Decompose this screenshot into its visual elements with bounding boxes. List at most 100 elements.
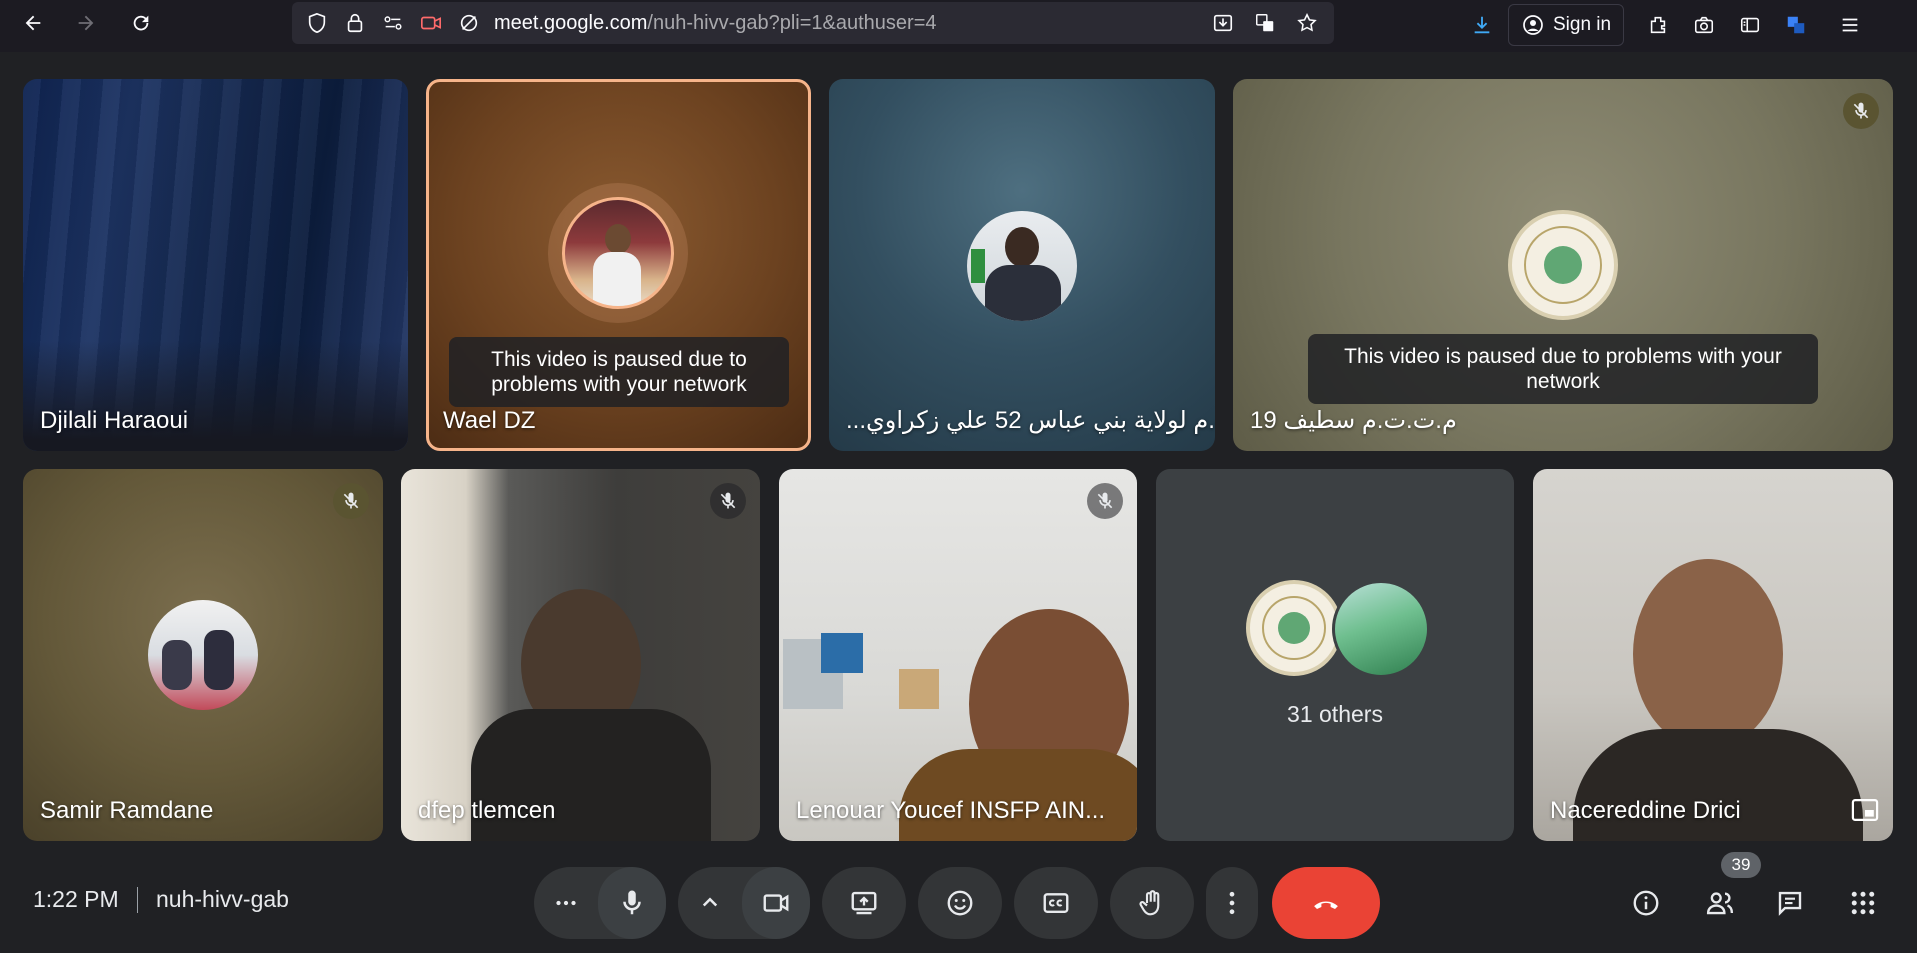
avatar <box>562 197 674 309</box>
tracking-blocked-icon[interactable] <box>452 6 486 40</box>
participant-tile-active-speaker[interactable]: This video is paused due to problems wit… <box>426 79 811 451</box>
muted-mic-icon <box>1843 93 1879 129</box>
url-path: /nuh-hivv-gab?pli=1&authuser=4 <box>647 11 937 34</box>
url-text[interactable]: meet.google.com/nuh-hivv-gab?pli=1&authu… <box>494 12 937 35</box>
meeting-code: nuh-hivv-gab <box>156 886 289 912</box>
camera-button[interactable] <box>742 867 810 939</box>
video-options-button[interactable] <box>678 867 742 939</box>
others-count: 31 others <box>1287 701 1383 727</box>
participant-name: Nacereddine Drici <box>1550 797 1741 824</box>
video-feed-poster <box>821 633 863 673</box>
avatar <box>967 211 1077 321</box>
camera-control-group <box>678 867 810 939</box>
sign-in-label: Sign in <box>1553 14 1612 35</box>
mic-control-group <box>534 867 666 939</box>
participant-tile[interactable]: dfep tlemcen <box>401 469 760 841</box>
closed-captions-icon <box>1043 893 1069 913</box>
participant-name: dfep tlemcen <box>418 797 556 824</box>
reactions-button[interactable] <box>918 867 1002 939</box>
extensions-icon[interactable] <box>1638 5 1678 45</box>
participant-tile[interactable]: Samir Ramdane <box>23 469 383 841</box>
account-icon <box>1523 15 1543 35</box>
video-feed-person <box>1633 559 1783 749</box>
present-screen-button[interactable] <box>822 867 906 939</box>
avatar-head <box>605 224 631 254</box>
participant-tile[interactable]: Nacereddine Drici <box>1533 469 1893 841</box>
reload-icon[interactable] <box>121 3 161 43</box>
participant-tile[interactable]: ت.م لولاية بني عباس 52 علي زكراوي... <box>829 79 1215 451</box>
bookmark-star-icon[interactable] <box>1288 6 1326 40</box>
people-icon <box>1706 892 1734 915</box>
url-bar[interactable]: meet.google.com/nuh-hivv-gab?pli=1&authu… <box>292 2 1334 44</box>
avatar-emblem <box>1246 580 1342 676</box>
participant-tile[interactable]: This video is paused due to problems wit… <box>1233 79 1893 451</box>
avatar-body <box>985 265 1061 321</box>
more-options-button[interactable] <box>1206 867 1258 939</box>
activities-button[interactable] <box>1839 879 1887 927</box>
url-domain: meet.google.com <box>494 11 648 34</box>
present-screen-icon <box>851 891 877 915</box>
participant-name: Lenouar Youcef INSFP AIN... <box>796 797 1106 824</box>
muted-mic-icon <box>710 483 746 519</box>
sign-in-button[interactable]: Sign in <box>1508 4 1625 46</box>
microphone-icon <box>623 890 641 915</box>
avatar-figure <box>204 630 234 690</box>
forward-icon[interactable] <box>66 3 106 43</box>
lock-icon[interactable] <box>338 6 372 40</box>
raise-hand-button[interactable] <box>1110 867 1194 939</box>
avatar <box>1332 580 1430 678</box>
picture-in-picture-icon[interactable] <box>1851 799 1879 821</box>
apps-grid-icon <box>1851 891 1875 915</box>
people-button[interactable] <box>1696 879 1744 927</box>
leave-call-button[interactable] <box>1272 867 1380 939</box>
permissions-icon[interactable] <box>376 6 410 40</box>
translate-extension-icon[interactable] <box>1776 5 1816 45</box>
paused-message: This video is paused due to problems wit… <box>1308 334 1818 404</box>
shield-icon[interactable] <box>300 6 334 40</box>
chevron-up-icon <box>702 897 718 907</box>
meeting-time: 1:22 PM <box>33 886 119 912</box>
emoji-icon <box>947 890 973 916</box>
back-icon[interactable] <box>13 3 53 43</box>
sidebar-icon[interactable] <box>1730 5 1770 45</box>
divider <box>137 887 138 913</box>
browser-toolbar: meet.google.com/nuh-hivv-gab?pli=1&authu… <box>0 0 1917 52</box>
screenshot-icon[interactable] <box>1684 5 1724 45</box>
chat-icon <box>1778 891 1802 916</box>
menu-icon[interactable] <box>1830 5 1870 45</box>
avatar <box>148 600 258 710</box>
translate-icon[interactable] <box>1246 6 1284 40</box>
muted-mic-icon <box>333 483 369 519</box>
downloads-icon[interactable] <box>1462 5 1502 45</box>
others-tile[interactable]: 31 others <box>1156 469 1514 841</box>
meeting-details-button[interactable] <box>1622 879 1670 927</box>
participant-name: م.ت.ت.م سطيف 19 <box>1250 407 1457 434</box>
avatar-flag <box>971 249 985 283</box>
avatar-body <box>593 252 641 306</box>
participant-name: Samir Ramdane <box>40 797 214 824</box>
emblem-center <box>1278 612 1310 644</box>
muted-mic-icon <box>1087 483 1123 519</box>
participant-tile[interactable]: Lenouar Youcef INSFP AIN... <box>779 469 1137 841</box>
chat-button[interactable] <box>1766 879 1814 927</box>
raise-hand-icon <box>1139 890 1160 916</box>
participant-name: ت.م لولاية بني عباس 52 علي زكراوي... <box>846 407 1215 434</box>
microphone-button[interactable] <box>598 867 666 939</box>
avatar-head <box>1005 227 1039 267</box>
video-feed-body <box>899 749 1137 841</box>
audio-options-button[interactable] <box>534 867 598 939</box>
participant-name: Djilali Haraoui <box>40 407 189 434</box>
participant-tile[interactable]: Djilali Haraoui <box>23 79 408 451</box>
more-horizontal-icon <box>556 900 576 906</box>
video-feed-poster <box>899 669 939 709</box>
participant-name: Wael DZ <box>443 407 536 434</box>
video-camera-icon <box>763 894 789 912</box>
emblem-center <box>1544 246 1582 284</box>
avatar-emblem <box>1508 210 1618 320</box>
captions-button[interactable] <box>1014 867 1098 939</box>
camera-blocked-icon[interactable] <box>414 6 448 40</box>
install-app-icon[interactable] <box>1204 6 1242 40</box>
participant-count-badge: 39 <box>1721 852 1761 878</box>
avatar-figure <box>162 640 192 690</box>
hang-up-icon <box>1314 901 1338 909</box>
